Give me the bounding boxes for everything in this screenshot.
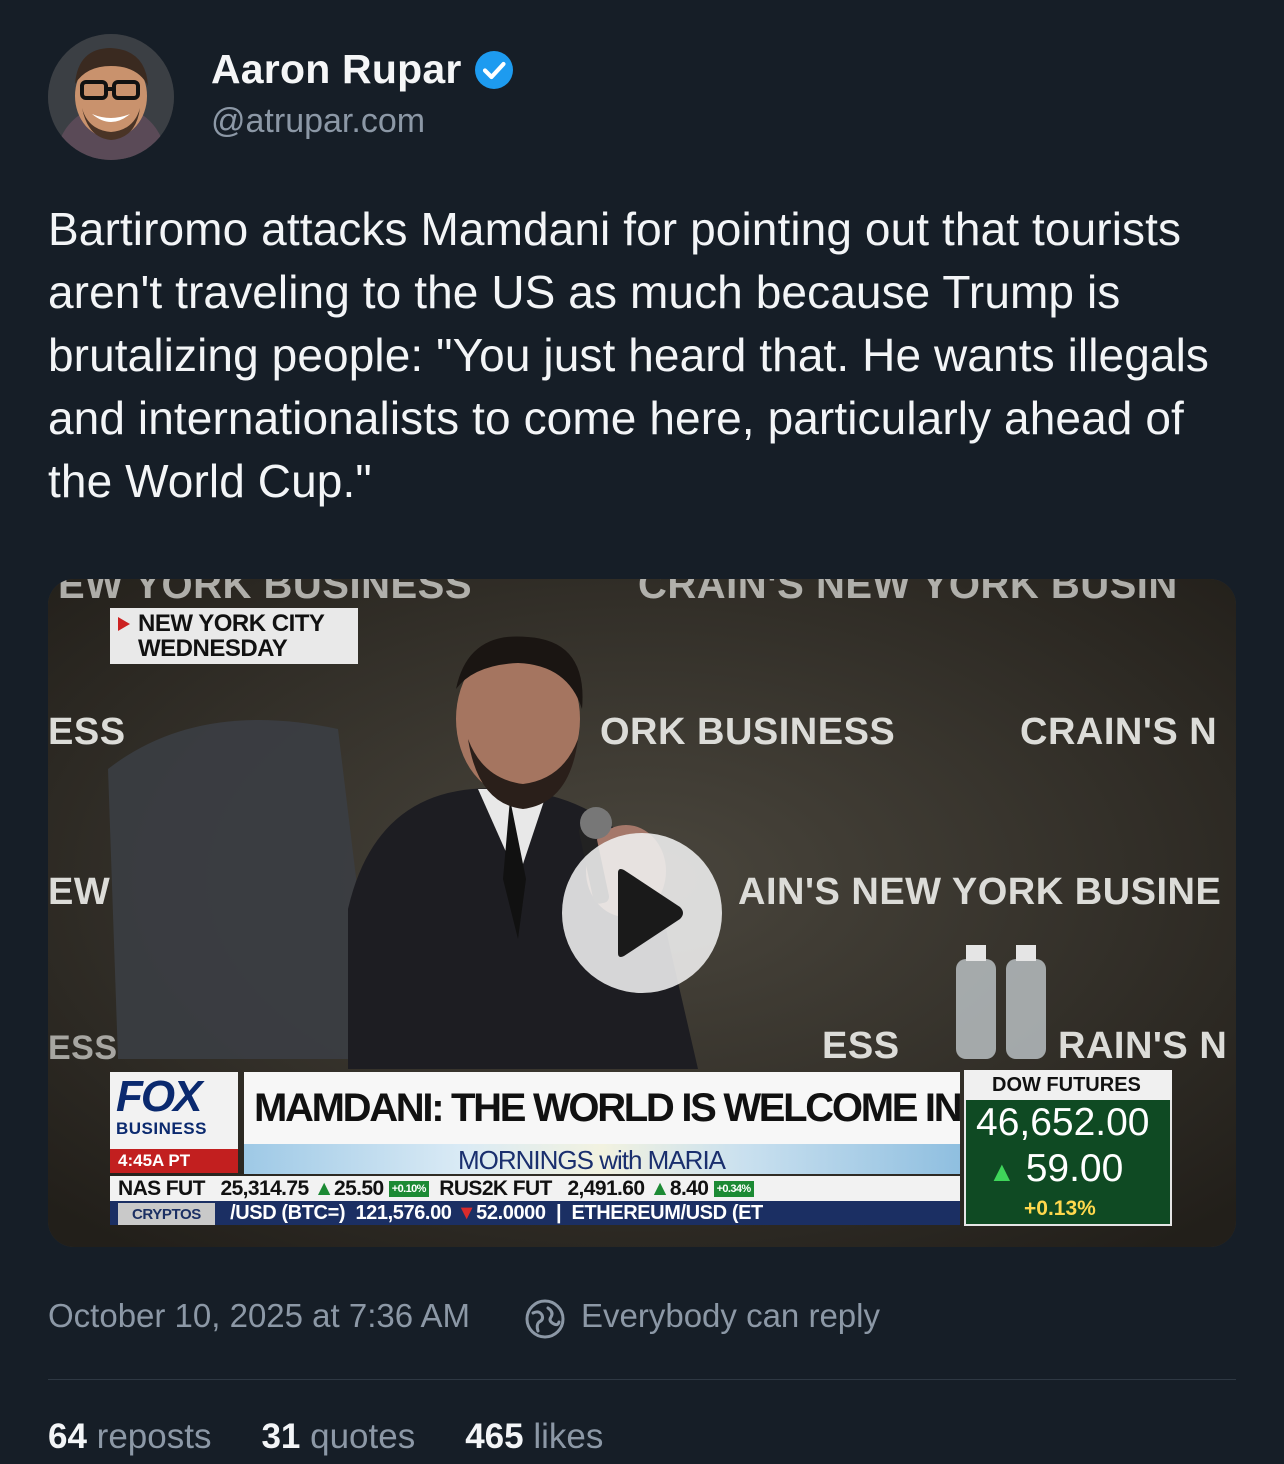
backdrop-text: ESS bbox=[48, 1029, 118, 1067]
author-display-name[interactable]: Aaron Rupar bbox=[211, 46, 514, 93]
backdrop-text: CRAIN'S N bbox=[1020, 711, 1218, 753]
backdrop-text: ESS bbox=[822, 1025, 900, 1067]
dow-futures-percent: +0.13% bbox=[1024, 1197, 1096, 1220]
ticker-percent: +0.34% bbox=[713, 1181, 754, 1198]
ticker-category: CRYPTOS bbox=[118, 1203, 215, 1225]
dow-futures-value: 46,652.00 bbox=[976, 1101, 1150, 1144]
avatar-photo bbox=[48, 34, 174, 160]
likes-stat[interactable]: 465 likes bbox=[465, 1417, 603, 1457]
chyron-headline: MAMDANI: THE WORLD IS WELCOME IN THIS CI… bbox=[244, 1072, 960, 1144]
dow-change-value: 59.00 bbox=[1025, 1147, 1124, 1190]
ticker-value: 25,314.75 bbox=[220, 1177, 310, 1200]
divider bbox=[48, 1379, 1236, 1380]
quotes-label: quotes bbox=[310, 1417, 416, 1456]
up-arrow-icon: ▲ bbox=[988, 1156, 1016, 1187]
video-player[interactable]: EW YORK BUSINESS CRAIN'S NEW YORK BUSIN … bbox=[48, 579, 1236, 1247]
play-button[interactable] bbox=[562, 833, 722, 993]
ticker-pair: ETHEREUM/USD (ET bbox=[571, 1202, 763, 1224]
dow-futures-label: DOW FUTURES bbox=[964, 1070, 1172, 1100]
globe-reply-icon bbox=[525, 1299, 565, 1339]
backdrop-text: CRAIN'S NEW YORK BUSIN bbox=[638, 579, 1178, 607]
reply-setting[interactable]: Everybody can reply bbox=[581, 1297, 880, 1335]
backdrop-text: ORK BUSINESS bbox=[600, 711, 896, 753]
up-arrow-icon: ▲ bbox=[313, 1177, 335, 1200]
backdrop-text: ESS bbox=[48, 711, 126, 753]
ticker-label: NAS FUT bbox=[118, 1177, 205, 1200]
broadcast-time: 4:45A PT bbox=[110, 1149, 238, 1173]
down-arrow-icon: ▼ bbox=[456, 1202, 477, 1224]
ticker-row: NAS FUT 25,314.75 ▲25.50 +0.10% RUS2K FU… bbox=[110, 1176, 960, 1201]
ticker-value: 2,491.60 bbox=[567, 1177, 645, 1200]
reposts-count: 64 bbox=[48, 1417, 87, 1456]
quotes-stat[interactable]: 31 quotes bbox=[261, 1417, 415, 1457]
backdrop-text: EW bbox=[48, 871, 111, 913]
backdrop-text: AIN'S NEW YORK BUSINE bbox=[738, 871, 1222, 913]
ticker-change: 8.40 bbox=[669, 1177, 709, 1200]
ticker-pair: /USD (BTC=) bbox=[230, 1202, 346, 1224]
engagement-stats: 64 reposts 31 quotes 465 likes bbox=[48, 1417, 653, 1457]
ticker-value: 121,576.00 bbox=[355, 1202, 452, 1224]
likes-label: likes bbox=[533, 1417, 604, 1456]
post-timestamp[interactable]: October 10, 2025 at 7:36 AM bbox=[48, 1297, 470, 1335]
location-tag: NEW YORK CITY WEDNESDAY bbox=[110, 608, 358, 664]
author-name-text[interactable]: Aaron Rupar bbox=[211, 46, 462, 93]
up-arrow-icon: ▲ bbox=[649, 1177, 671, 1200]
ticker-percent: +0.10% bbox=[388, 1181, 429, 1198]
backdrop-text: EW YORK BUSINESS bbox=[58, 579, 472, 607]
play-icon bbox=[618, 869, 683, 957]
show-name: MORNINGS with MARIA bbox=[458, 1145, 726, 1175]
network-name: FOX bbox=[116, 1072, 202, 1121]
post-text: Bartiromo attacks Mamdani for pointing o… bbox=[48, 203, 1210, 507]
likes-count: 465 bbox=[465, 1417, 524, 1456]
reposts-stat[interactable]: 64 reposts bbox=[48, 1417, 211, 1457]
ticker-row: CRYPTOS /USD (BTC=) 121,576.00 ▼52.0000 … bbox=[110, 1201, 960, 1225]
backdrop-text: RAIN'S N bbox=[1058, 1025, 1228, 1067]
location-day: WEDNESDAY bbox=[138, 635, 288, 662]
avatar[interactable] bbox=[48, 34, 174, 160]
ticker-change: 25.50 bbox=[333, 1177, 384, 1200]
ticker-change: 52.0000 bbox=[476, 1202, 546, 1224]
quotes-count: 31 bbox=[261, 1417, 301, 1456]
post-detail: Aaron Rupar @atrupar.com Bartiromo attac… bbox=[0, 0, 1284, 1464]
location-city: NEW YORK CITY bbox=[138, 610, 325, 637]
dow-futures-change: ▲ 59.00 bbox=[988, 1147, 1123, 1191]
triangle-icon bbox=[118, 617, 130, 631]
author-handle[interactable]: @atrupar.com bbox=[211, 102, 425, 141]
verified-badge-icon bbox=[474, 50, 514, 90]
network-sub: BUSINESS bbox=[116, 1119, 207, 1138]
reposts-label: reposts bbox=[96, 1417, 212, 1456]
ticker-label: RUS2K FUT bbox=[439, 1177, 552, 1200]
